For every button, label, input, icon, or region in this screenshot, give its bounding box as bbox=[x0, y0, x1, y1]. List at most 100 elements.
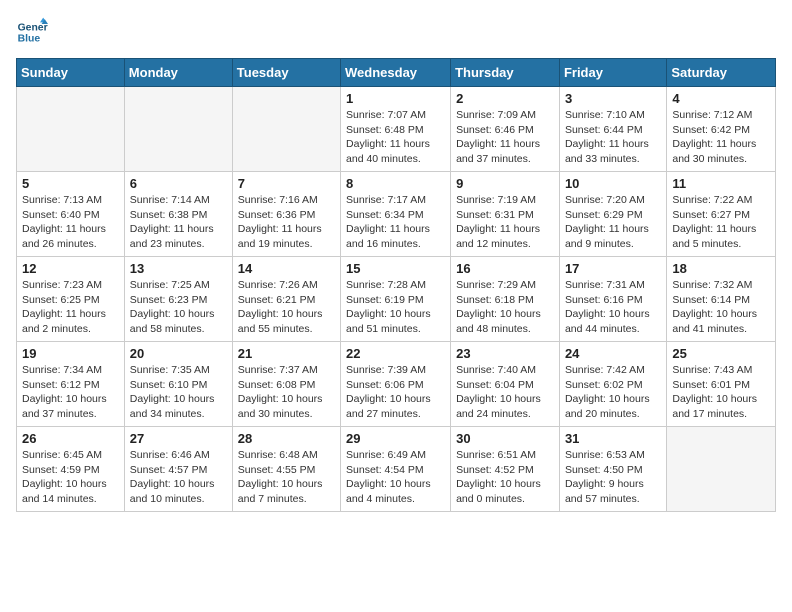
calendar-cell: 22 Sunrise: 7:39 AM Sunset: 6:06 PM Dayli… bbox=[341, 342, 451, 427]
calendar-cell: 29 Sunrise: 6:49 AM Sunset: 4:54 PM Dayli… bbox=[341, 427, 451, 512]
week-row-2: 5 Sunrise: 7:13 AM Sunset: 6:40 PM Daylig… bbox=[17, 172, 776, 257]
calendar-cell: 16 Sunrise: 7:29 AM Sunset: 6:18 PM Dayli… bbox=[451, 257, 560, 342]
day-number: 16 bbox=[456, 261, 554, 276]
day-info: Sunrise: 7:09 AM Sunset: 6:46 PM Dayligh… bbox=[456, 108, 554, 167]
day-info: Sunrise: 7:39 AM Sunset: 6:06 PM Dayligh… bbox=[346, 363, 445, 422]
calendar-cell: 30 Sunrise: 6:51 AM Sunset: 4:52 PM Dayli… bbox=[451, 427, 560, 512]
page-header: General Blue bbox=[16, 16, 776, 48]
calendar-cell: 23 Sunrise: 7:40 AM Sunset: 6:04 PM Dayli… bbox=[451, 342, 560, 427]
day-info: Sunrise: 7:32 AM Sunset: 6:14 PM Dayligh… bbox=[672, 278, 770, 337]
day-info: Sunrise: 7:19 AM Sunset: 6:31 PM Dayligh… bbox=[456, 193, 554, 252]
day-info: Sunrise: 7:17 AM Sunset: 6:34 PM Dayligh… bbox=[346, 193, 445, 252]
day-number: 18 bbox=[672, 261, 770, 276]
day-info: Sunrise: 7:43 AM Sunset: 6:01 PM Dayligh… bbox=[672, 363, 770, 422]
calendar-cell: 11 Sunrise: 7:22 AM Sunset: 6:27 PM Dayli… bbox=[667, 172, 776, 257]
calendar-cell bbox=[124, 87, 232, 172]
day-number: 1 bbox=[346, 91, 445, 106]
calendar-cell: 26 Sunrise: 6:45 AM Sunset: 4:59 PM Dayli… bbox=[17, 427, 125, 512]
day-info: Sunrise: 6:49 AM Sunset: 4:54 PM Dayligh… bbox=[346, 448, 445, 507]
day-number: 26 bbox=[22, 431, 119, 446]
day-info: Sunrise: 7:12 AM Sunset: 6:42 PM Dayligh… bbox=[672, 108, 770, 167]
week-row-3: 12 Sunrise: 7:23 AM Sunset: 6:25 PM Dayli… bbox=[17, 257, 776, 342]
calendar-cell: 8 Sunrise: 7:17 AM Sunset: 6:34 PM Daylig… bbox=[341, 172, 451, 257]
calendar-cell: 17 Sunrise: 7:31 AM Sunset: 6:16 PM Dayli… bbox=[559, 257, 666, 342]
day-number: 9 bbox=[456, 176, 554, 191]
day-number: 7 bbox=[238, 176, 335, 191]
day-info: Sunrise: 7:35 AM Sunset: 6:10 PM Dayligh… bbox=[130, 363, 227, 422]
day-number: 19 bbox=[22, 346, 119, 361]
day-info: Sunrise: 6:46 AM Sunset: 4:57 PM Dayligh… bbox=[130, 448, 227, 507]
day-info: Sunrise: 6:53 AM Sunset: 4:50 PM Dayligh… bbox=[565, 448, 661, 507]
day-number: 28 bbox=[238, 431, 335, 446]
calendar-cell: 12 Sunrise: 7:23 AM Sunset: 6:25 PM Dayli… bbox=[17, 257, 125, 342]
day-number: 4 bbox=[672, 91, 770, 106]
day-number: 14 bbox=[238, 261, 335, 276]
calendar-cell: 20Sunrise: 7:35 AM Sunset: 6:10 PM Dayli… bbox=[124, 342, 232, 427]
day-info: Sunrise: 7:16 AM Sunset: 6:36 PM Dayligh… bbox=[238, 193, 335, 252]
day-number: 3 bbox=[565, 91, 661, 106]
day-number: 6 bbox=[130, 176, 227, 191]
day-info: Sunrise: 7:37 AM Sunset: 6:08 PM Dayligh… bbox=[238, 363, 335, 422]
weekday-header-saturday: Saturday bbox=[667, 59, 776, 87]
day-info: Sunrise: 7:31 AM Sunset: 6:16 PM Dayligh… bbox=[565, 278, 661, 337]
logo: General Blue bbox=[16, 16, 52, 48]
day-info: Sunrise: 7:28 AM Sunset: 6:19 PM Dayligh… bbox=[346, 278, 445, 337]
calendar-cell bbox=[667, 427, 776, 512]
day-number: 11 bbox=[672, 176, 770, 191]
weekday-header-monday: Monday bbox=[124, 59, 232, 87]
calendar-cell: 18 Sunrise: 7:32 AM Sunset: 6:14 PM Dayli… bbox=[667, 257, 776, 342]
day-info: Sunrise: 7:42 AM Sunset: 6:02 PM Dayligh… bbox=[565, 363, 661, 422]
calendar-cell: 15Sunrise: 7:28 AM Sunset: 6:19 PM Dayli… bbox=[341, 257, 451, 342]
day-number: 10 bbox=[565, 176, 661, 191]
calendar-cell: 19Sunrise: 7:34 AM Sunset: 6:12 PM Dayli… bbox=[17, 342, 125, 427]
calendar-cell bbox=[17, 87, 125, 172]
day-info: Sunrise: 6:48 AM Sunset: 4:55 PM Dayligh… bbox=[238, 448, 335, 507]
day-number: 13 bbox=[130, 261, 227, 276]
day-number: 8 bbox=[346, 176, 445, 191]
calendar-cell: 2 Sunrise: 7:09 AM Sunset: 6:46 PM Daylig… bbox=[451, 87, 560, 172]
weekday-header-sunday: Sunday bbox=[17, 59, 125, 87]
weekday-header-row: SundayMondayTuesdayWednesdayThursdayFrid… bbox=[17, 59, 776, 87]
day-info: Sunrise: 6:51 AM Sunset: 4:52 PM Dayligh… bbox=[456, 448, 554, 507]
calendar-cell: 21Sunrise: 7:37 AM Sunset: 6:08 PM Dayli… bbox=[232, 342, 340, 427]
calendar-cell: 28 Sunrise: 6:48 AM Sunset: 4:55 PM Dayli… bbox=[232, 427, 340, 512]
calendar-cell bbox=[232, 87, 340, 172]
day-number: 24 bbox=[565, 346, 661, 361]
calendar-cell: 27Sunrise: 6:46 AM Sunset: 4:57 PM Dayli… bbox=[124, 427, 232, 512]
week-row-4: 19Sunrise: 7:34 AM Sunset: 6:12 PM Dayli… bbox=[17, 342, 776, 427]
svg-text:General: General bbox=[18, 22, 48, 33]
day-number: 12 bbox=[22, 261, 119, 276]
day-info: Sunrise: 7:13 AM Sunset: 6:40 PM Dayligh… bbox=[22, 193, 119, 252]
weekday-header-thursday: Thursday bbox=[451, 59, 560, 87]
day-info: Sunrise: 7:25 AM Sunset: 6:23 PM Dayligh… bbox=[130, 278, 227, 337]
calendar-cell: 25Sunrise: 7:43 AM Sunset: 6:01 PM Dayli… bbox=[667, 342, 776, 427]
calendar-cell: 9 Sunrise: 7:19 AM Sunset: 6:31 PM Daylig… bbox=[451, 172, 560, 257]
calendar-cell: 31Sunrise: 6:53 AM Sunset: 4:50 PM Dayli… bbox=[559, 427, 666, 512]
calendar-cell: 10 Sunrise: 7:20 AM Sunset: 6:29 PM Dayli… bbox=[559, 172, 666, 257]
weekday-header-wednesday: Wednesday bbox=[341, 59, 451, 87]
calendar-cell: 4 Sunrise: 7:12 AM Sunset: 6:42 PM Daylig… bbox=[667, 87, 776, 172]
day-number: 30 bbox=[456, 431, 554, 446]
day-info: Sunrise: 7:22 AM Sunset: 6:27 PM Dayligh… bbox=[672, 193, 770, 252]
svg-text:Blue: Blue bbox=[18, 34, 41, 45]
week-row-5: 26 Sunrise: 6:45 AM Sunset: 4:59 PM Dayli… bbox=[17, 427, 776, 512]
day-number: 2 bbox=[456, 91, 554, 106]
day-info: Sunrise: 7:29 AM Sunset: 6:18 PM Dayligh… bbox=[456, 278, 554, 337]
day-number: 17 bbox=[565, 261, 661, 276]
day-info: Sunrise: 7:23 AM Sunset: 6:25 PM Dayligh… bbox=[22, 278, 119, 337]
day-number: 22 bbox=[346, 346, 445, 361]
calendar-body: 1Sunrise: 7:07 AM Sunset: 6:48 PM Daylig… bbox=[17, 87, 776, 512]
calendar: SundayMondayTuesdayWednesdayThursdayFrid… bbox=[16, 58, 776, 512]
calendar-cell: 1Sunrise: 7:07 AM Sunset: 6:48 PM Daylig… bbox=[341, 87, 451, 172]
calendar-cell: 24 Sunrise: 7:42 AM Sunset: 6:02 PM Dayli… bbox=[559, 342, 666, 427]
weekday-header-friday: Friday bbox=[559, 59, 666, 87]
day-info: Sunrise: 7:40 AM Sunset: 6:04 PM Dayligh… bbox=[456, 363, 554, 422]
day-number: 23 bbox=[456, 346, 554, 361]
day-info: Sunrise: 6:45 AM Sunset: 4:59 PM Dayligh… bbox=[22, 448, 119, 507]
logo-icon: General Blue bbox=[16, 16, 48, 48]
day-number: 29 bbox=[346, 431, 445, 446]
day-number: 5 bbox=[22, 176, 119, 191]
calendar-cell: 6Sunrise: 7:14 AM Sunset: 6:38 PM Daylig… bbox=[124, 172, 232, 257]
calendar-cell: 7 Sunrise: 7:16 AM Sunset: 6:36 PM Daylig… bbox=[232, 172, 340, 257]
day-info: Sunrise: 7:20 AM Sunset: 6:29 PM Dayligh… bbox=[565, 193, 661, 252]
